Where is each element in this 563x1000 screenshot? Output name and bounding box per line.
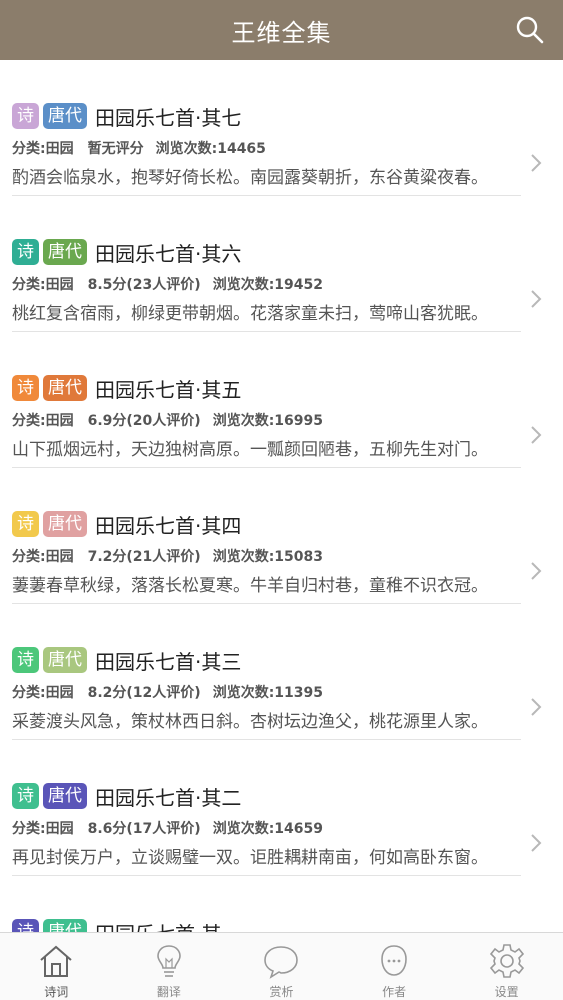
home-icon [40, 945, 72, 977]
app-header: 王维全集 [0, 0, 563, 60]
type-tag: 诗 [12, 919, 39, 932]
category-label: 分类:田园 [12, 277, 74, 293]
tab-poems[interactable]: 诗词 [0, 933, 113, 1000]
category-label: 分类:田园 [12, 821, 74, 837]
app-title: 王维全集 [231, 18, 332, 47]
chevron-right-icon [531, 290, 542, 308]
category-label: 分类:田园 [12, 141, 74, 157]
poem-list: 诗 唐代 田园乐七首·其七 分类:田园 暂无评分 浏览次数:14465 酌酒会临泉水… [0, 60, 563, 932]
gear-icon [489, 944, 524, 978]
category-label: 分类:田园 [12, 685, 74, 701]
list-item[interactable]: 诗 唐代 田园乐七首·其二 分类:田园 8.6分(17人评价) 浏览次数:14659… [0, 740, 563, 876]
poem-excerpt: 萋萋春草秋绿，落落长松夏寒。牛羊自归村巷，童稚不识衣冠。 [12, 576, 488, 596]
rating-label: 暂无评分 [87, 141, 144, 157]
poem-excerpt: 酌酒会临泉水，抱琴好倚长松。南园露葵朝折，东谷黄粱夜春。 [12, 168, 488, 188]
category-label: 分类:田园 [12, 549, 74, 565]
rating-label: 6.9分(20人评价) [87, 413, 201, 429]
views-label: 浏览次数:19452 [212, 277, 324, 293]
tab-label: 设置 [494, 985, 519, 999]
poem-title: 田园乐七首·其三 [95, 649, 242, 674]
tab-translation[interactable]: 翻译 [113, 933, 226, 1000]
rating-label: 8.2分(12人评价) [87, 685, 201, 701]
tab-author[interactable]: 作者 [338, 933, 451, 1000]
person-icon [381, 945, 407, 976]
type-tag: 诗 [12, 103, 39, 129]
category-label: 分类:田园 [12, 413, 74, 429]
poem-title: 田园乐七首·其五 [95, 377, 242, 402]
list-item[interactable]: 诗 唐代 田园乐七首·其三 分类:田园 8.2分(12人评价) 浏览次数:11395… [0, 604, 563, 740]
views-label: 浏览次数:16995 [212, 413, 324, 429]
list-item[interactable]: 诗 唐代 田园乐七首·其六 分类:田园 8.5分(23人评价) 浏览次数:19452… [0, 196, 563, 332]
list-item[interactable]: 诗 唐代 田园乐七首·其四 分类:田园 7.2分(21人评价) 浏览次数:15083… [0, 468, 563, 604]
tab-settings[interactable]: 设置 [450, 933, 563, 1000]
chevron-right-icon [531, 834, 542, 852]
views-label: 浏览次数:14659 [212, 821, 324, 837]
type-tag: 诗 [12, 783, 39, 809]
chevron-right-icon [531, 426, 542, 444]
views-label: 浏览次数:15083 [212, 549, 324, 565]
poem-excerpt: 桃红复含宿雨，柳绿更带朝烟。花落家童未扫，莺啼山客犹眠。 [12, 304, 488, 324]
chevron-right-icon [531, 154, 542, 172]
poem-title: 田园乐七首·其一 [95, 918, 241, 933]
poem-excerpt: 再见封侯万户，立谈赐璧一双。讵胜耦耕南亩，何如高卧东窗。 [12, 848, 488, 868]
era-tag: 唐代 [43, 919, 87, 932]
type-tag: 诗 [12, 647, 39, 673]
era-tag: 唐代 [43, 375, 87, 401]
lightbulb-icon [157, 945, 181, 977]
era-tag: 唐代 [43, 103, 87, 129]
type-tag: 诗 [12, 239, 39, 265]
search-icon[interactable] [513, 13, 547, 47]
poem-title: 田园乐七首·其七 [95, 105, 242, 130]
poem-excerpt: 采菱渡头风急，策杖林西日斜。杏树坛边渔父，桃花源里人家。 [12, 712, 488, 732]
type-tag: 诗 [12, 375, 39, 401]
tab-appreciation[interactable]: 赏析 [225, 933, 338, 1000]
rating-label: 7.2分(21人评价) [87, 549, 201, 565]
era-tag: 唐代 [43, 239, 87, 265]
list-item[interactable]: 诗 唐代 田园乐七首·其一 [0, 876, 563, 932]
rating-label: 8.5分(23人评价) [87, 277, 201, 293]
era-tag: 唐代 [43, 511, 87, 537]
poem-title: 田园乐七首·其四 [95, 513, 242, 538]
era-tag: 唐代 [43, 647, 87, 673]
views-label: 浏览次数:14465 [155, 141, 266, 157]
poem-title: 田园乐七首·其六 [95, 241, 242, 266]
rating-label: 8.6分(17人评价) [87, 821, 201, 837]
speech-bubble-icon [264, 946, 299, 979]
list-item[interactable]: 诗 唐代 田园乐七首·其七 分类:田园 暂无评分 浏览次数:14465 酌酒会临泉水… [0, 60, 563, 196]
era-tag: 唐代 [43, 783, 87, 809]
views-label: 浏览次数:11395 [212, 685, 324, 701]
poem-excerpt: 山下孤烟远村，天边独树高原。一瓢颜回陋巷，五柳先生对门。 [12, 440, 488, 460]
tab-bar: 诗词 翻译 赏析 作者 设置 [0, 932, 563, 1000]
chevron-right-icon [531, 562, 542, 580]
type-tag: 诗 [12, 511, 39, 537]
tab-label: 诗词 [44, 985, 69, 999]
poem-title: 田园乐七首·其二 [95, 785, 242, 810]
chevron-right-icon [531, 698, 542, 716]
tab-label: 赏析 [269, 985, 294, 999]
list-item[interactable]: 诗 唐代 田园乐七首·其五 分类:田园 6.9分(20人评价) 浏览次数:16995… [0, 332, 563, 468]
tab-label: 作者 [382, 985, 407, 999]
tab-label: 翻译 [156, 985, 181, 999]
